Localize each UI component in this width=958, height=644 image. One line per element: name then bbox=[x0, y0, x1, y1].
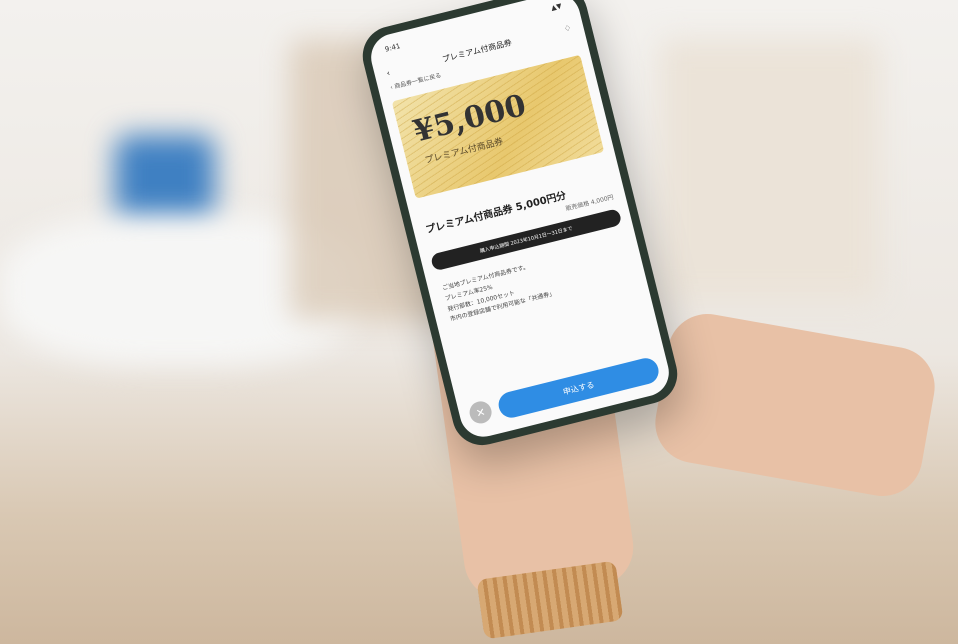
phone-screen: 9:41 ▲▼ ‹ プレミアム付商品券 ♢ ‹ 商品券一覧に戻る ¥5,000 … bbox=[366, 0, 674, 442]
close-button[interactable]: ✕ bbox=[467, 399, 494, 426]
action-footer: ✕ 申込する bbox=[457, 353, 671, 430]
back-arrow-icon[interactable]: ‹ bbox=[386, 68, 391, 78]
right-hand bbox=[649, 307, 941, 503]
bell-icon[interactable]: ♢ bbox=[563, 23, 572, 33]
smartphone: 9:41 ▲▼ ‹ プレミアム付商品券 ♢ ‹ 商品券一覧に戻る ¥5,000 … bbox=[356, 0, 684, 452]
right-shelf bbox=[660, 40, 880, 300]
background-scene: 9:41 ▲▼ ‹ プレミアム付商品券 ♢ ‹ 商品券一覧に戻る ¥5,000 … bbox=[0, 0, 958, 644]
phone-frame: 9:41 ▲▼ ‹ プレミアム付商品券 ♢ ‹ 商品券一覧に戻る ¥5,000 … bbox=[356, 0, 684, 452]
apply-button[interactable]: 申込する bbox=[495, 355, 662, 421]
